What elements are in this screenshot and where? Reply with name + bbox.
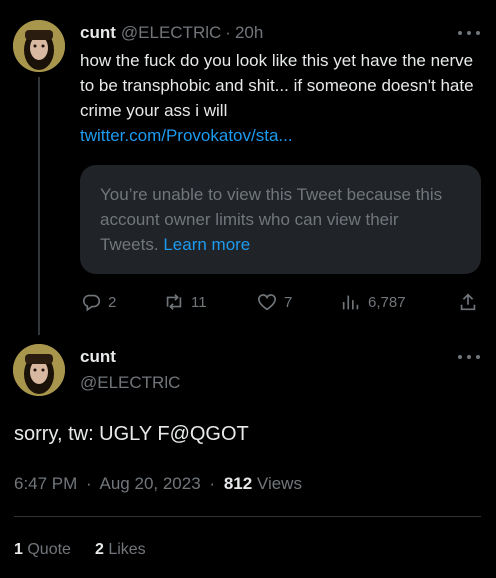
retweet-count: 11 [191,293,207,311]
share-icon [460,293,476,311]
like-count: 7 [284,293,293,311]
separator: · [209,474,216,493]
divider [14,516,481,517]
focal-tweet-text: sorry, tw: UGLY F@QGOT [14,423,249,445]
handle[interactable]: @ELECTRlC [121,23,221,43]
display-name[interactable]: cunt [80,23,116,43]
display-name[interactable]: cunt [80,347,116,367]
separator: · [225,23,231,42]
notice-text: You’re unable to view this Tweet because… [100,185,443,254]
more-dots-icon[interactable] [458,350,480,364]
avatar[interactable] [13,20,65,72]
tweet-thread: cunt @ELECTRlC · 20h how the fuck do you… [0,0,496,578]
reply-icon [82,294,100,312]
tweet-time[interactable]: 6:47 PM [14,474,77,493]
likes-label: Likes [108,541,146,558]
handle[interactable]: @ELECTRlC [80,373,180,393]
views-bar-chart-icon [342,295,359,310]
reply-button[interactable]: 2 [80,289,116,315]
quotes-stat[interactable]: 1 Quote [14,541,71,559]
unavailable-tweet-notice: You’re unable to view this Tweet because… [80,165,481,274]
tweet-metadata: 6:47 PM · Aug 20, 2023 · 812 Views [14,474,302,494]
parent-tweet-header: cunt @ELECTRlC · 20h [80,22,263,44]
avatar-image [13,344,65,396]
avatar[interactable] [13,344,65,396]
quote-label: Quote [27,541,71,558]
parent-tweet-text: how the fuck do you look like this yet h… [80,51,474,120]
tweet-link[interactable]: twitter.com/Provokatov/sta... [80,123,293,148]
views-label: Views [256,474,302,493]
separator: · [86,474,92,493]
learn-more-link[interactable]: Learn more [163,235,250,254]
thread-connector-line [38,77,40,335]
like-button[interactable]: 7 [256,289,292,315]
likes-stat[interactable]: 2 Likes [95,541,146,559]
share-button[interactable] [457,289,479,315]
reply-count: 2 [108,293,117,311]
more-dots-icon[interactable] [458,26,480,40]
heart-icon [257,294,277,311]
tweet-date[interactable]: Aug 20, 2023 [100,474,201,493]
likes-count: 2 [94,541,104,558]
timestamp[interactable]: 20h [235,23,263,43]
avatar-image [13,20,65,72]
quote-count: 1 [14,541,23,558]
views-count: 6,787 [368,293,406,311]
engagement-stats: 1 Quote 2 Likes [14,541,170,559]
views-button[interactable]: 6,787 [340,289,406,315]
tweet-actions: 2 11 7 6,787 [80,289,484,315]
retweet-button[interactable]: 11 [163,289,207,315]
views-count: 812 [223,474,253,493]
retweet-icon [166,294,182,310]
